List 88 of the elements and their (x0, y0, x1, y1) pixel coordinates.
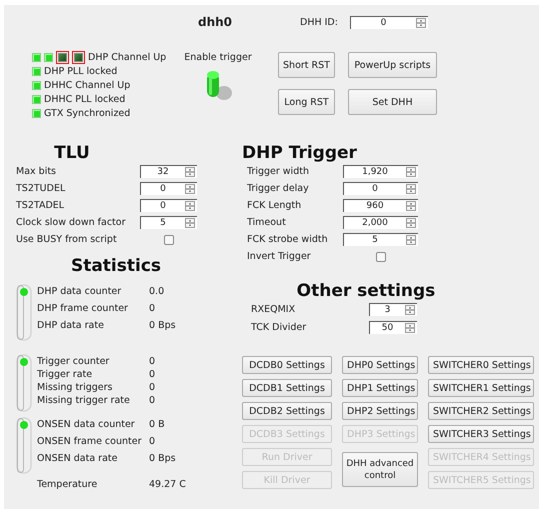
status-label: DHP Channel Up (88, 52, 166, 63)
stat-label: Missing trigger rate (37, 395, 131, 408)
stat-value: 0 Bps (149, 320, 176, 333)
field-label: Invert Trigger (247, 251, 312, 262)
spin-box[interactable]: 0 (350, 16, 428, 28)
spin-arrows-icon (185, 218, 195, 228)
button[interactable]: Short RST (278, 52, 335, 78)
checkbox[interactable] (376, 252, 386, 262)
spin-box[interactable]: 2,000 (343, 216, 418, 229)
spin-arrows-icon (185, 201, 195, 211)
field-label: DHH ID: (300, 16, 338, 28)
field-label: TS2TADEL (16, 200, 66, 211)
stat-label: Missing triggers (37, 382, 114, 395)
spin-box[interactable]: 5 (343, 233, 418, 246)
stat-value: 49.27 C (149, 479, 187, 490)
spin-arrows-icon (185, 184, 195, 194)
spin-box[interactable]: 0 (140, 199, 197, 212)
field-label: Trigger delay (247, 183, 310, 194)
toggle-label: Enable trigger (184, 52, 252, 63)
field-label: TS2TUDEL (16, 183, 66, 194)
button[interactable]: Set DHH (348, 89, 437, 115)
button[interactable]: DHP0 Settings (342, 356, 418, 374)
field-label: Use BUSY from script (16, 234, 118, 245)
field-label: FCK strobe width (247, 234, 329, 245)
field-label: Clock slow down factor (16, 217, 127, 228)
stat-label: ONSEN data rate (37, 453, 118, 466)
section-heading: Other settings (296, 281, 436, 303)
field-label: TCK Divider (251, 322, 308, 333)
stat-value: 0 (149, 436, 156, 449)
stat-value: 0 (149, 369, 156, 382)
stat-value: 0.0 (149, 286, 166, 299)
status-label: DHP PLL locked (44, 66, 118, 77)
stat-value: 0 Bps (149, 453, 176, 466)
button[interactable]: DCDB2 Settings (242, 402, 332, 420)
spin-arrows-icon (406, 235, 416, 245)
button[interactable]: SWITCHER3 Settings (428, 425, 534, 443)
field-label: Max bits (16, 166, 58, 177)
button[interactable]: SWITCHER1 Settings (428, 379, 534, 397)
checkbox[interactable] (164, 234, 174, 244)
stat-label: ONSEN frame counter (37, 436, 142, 449)
spin-box[interactable]: 0 (343, 182, 418, 195)
stat-value: 0 (149, 395, 156, 408)
stat-label: DHP data counter (37, 286, 122, 299)
stat-label: ONSEN data counter (37, 419, 136, 432)
field-label: FCK Length (247, 200, 302, 211)
spin-arrows-icon (405, 305, 415, 315)
spin-arrows-icon (185, 167, 195, 177)
spin-arrows-icon (406, 218, 416, 228)
button[interactable]: DCDB1 Settings (242, 379, 332, 397)
stat-label: Trigger counter (37, 356, 110, 369)
stat-value: 0 (149, 356, 156, 369)
stat-value: 0 (149, 303, 156, 316)
button[interactable]: DCDB0 Settings (242, 356, 332, 374)
stat-value: 0 (149, 382, 156, 395)
button[interactable]: DHP2 Settings (342, 402, 418, 420)
spin-arrows-icon (416, 18, 426, 28)
stat-label: DHP data rate (37, 320, 105, 333)
button[interactable]: SWITCHER0 Settings (428, 356, 534, 374)
button[interactable]: Long RST (278, 89, 335, 115)
spin-box[interactable]: 0 (140, 182, 197, 195)
status-label: GTX Synchronized (44, 108, 130, 119)
spin-box[interactable]: 32 (140, 165, 197, 178)
stat-value: 0 B (149, 419, 166, 432)
button[interactable]: DHP1 Settings (342, 379, 418, 397)
field-label: RXEQMIX (251, 304, 296, 315)
spin-box[interactable]: 1,920 (343, 165, 418, 178)
spin-arrows-icon (406, 167, 416, 177)
status-label: DHHC PLL locked (44, 94, 126, 105)
button[interactable]: DHH advanced control (342, 452, 418, 487)
stat-label: DHP frame counter (37, 303, 129, 316)
device-title: dhh0 (198, 15, 234, 29)
section-heading: TLU (53, 143, 91, 165)
field-label: Trigger width (247, 166, 310, 177)
spin-box[interactable]: 3 (369, 303, 417, 316)
section-heading: Statistics (70, 256, 162, 278)
stat-label: Temperature (37, 479, 98, 490)
button[interactable]: PowerUp scripts (348, 52, 437, 78)
stat-label: Trigger rate (37, 369, 94, 382)
status-label: DHHC Channel Up (44, 80, 130, 91)
spin-box[interactable]: 960 (343, 199, 418, 212)
spin-arrows-icon (405, 323, 415, 333)
spin-box[interactable]: 5 (140, 216, 197, 229)
button[interactable]: SWITCHER2 Settings (428, 402, 534, 420)
spin-arrows-icon (406, 184, 416, 194)
section-heading: DHP Trigger (242, 143, 358, 165)
field-label: Timeout (247, 217, 287, 228)
spin-arrows-icon (406, 201, 416, 211)
spin-box[interactable]: 50 (369, 321, 417, 334)
